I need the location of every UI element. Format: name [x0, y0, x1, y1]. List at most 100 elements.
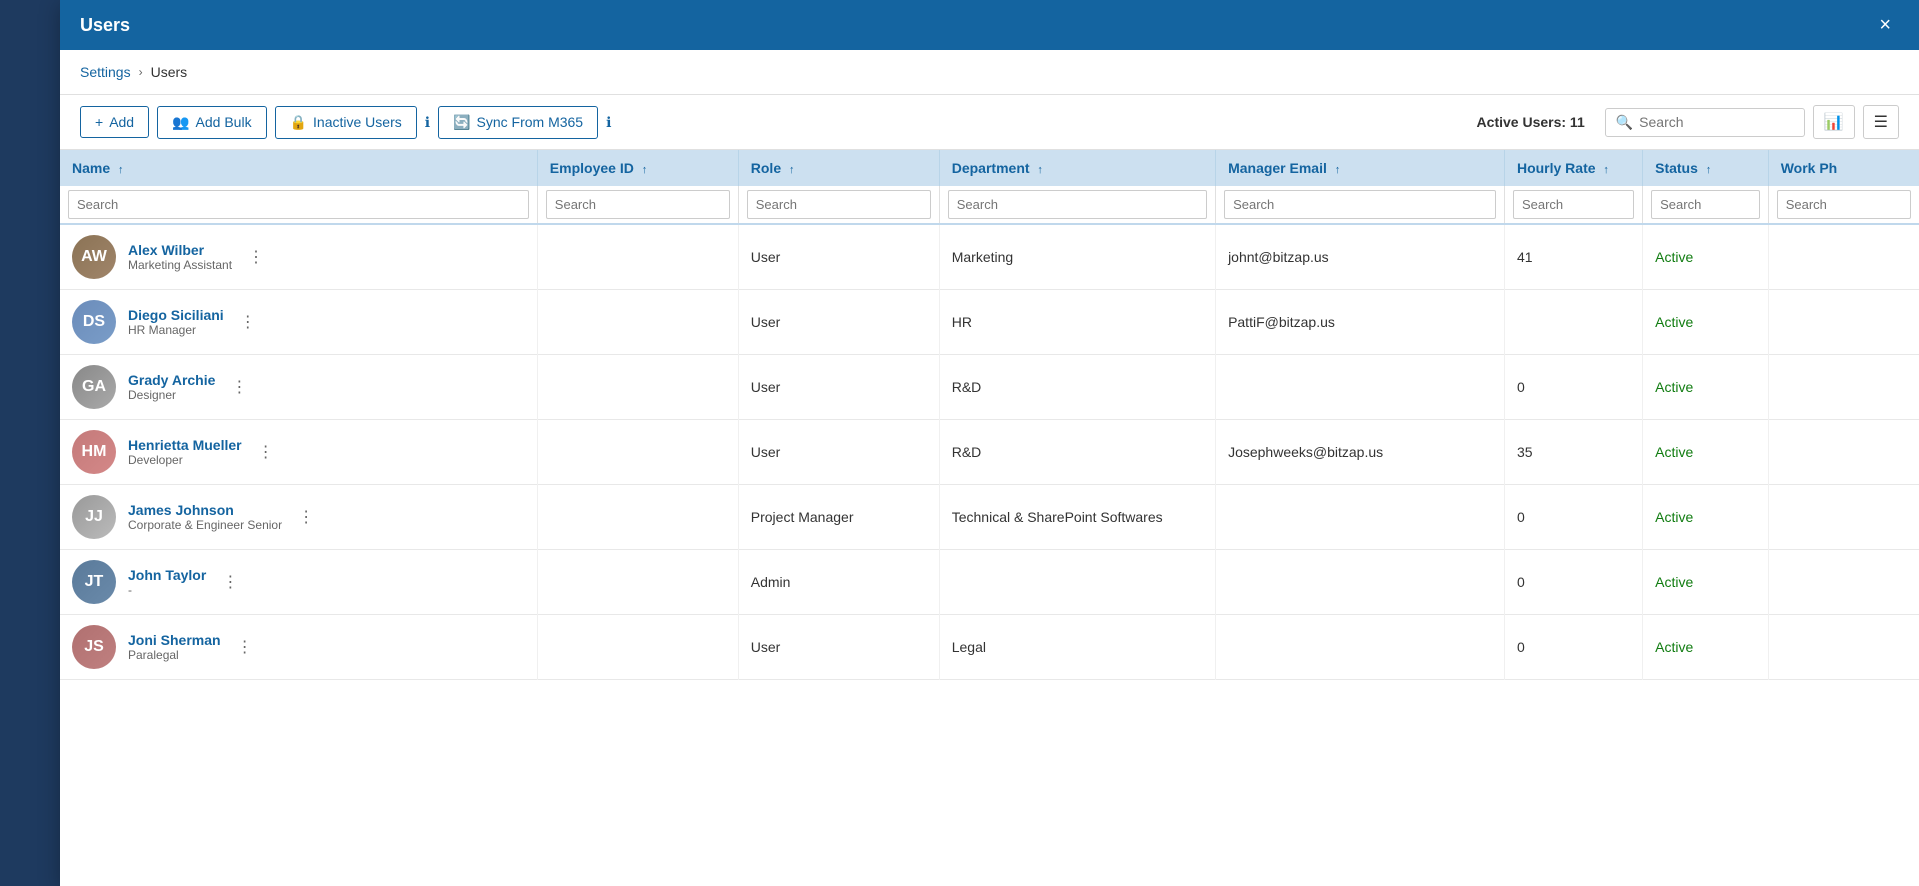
row-menu-button[interactable]: ⋮ [294, 503, 318, 531]
col-header-workphone[interactable]: Work Ph [1768, 150, 1919, 186]
col-header-manager[interactable]: Manager Email ↑ [1216, 150, 1505, 186]
col-header-dept[interactable]: Department ↑ [939, 150, 1215, 186]
user-dept-cell: R&D [939, 420, 1215, 485]
user-role-cell: Project Manager [738, 485, 939, 550]
user-info: John Taylor - [128, 567, 206, 597]
avatar: HM [72, 430, 116, 474]
plus-icon: + [95, 114, 103, 130]
user-job-title: Paralegal [128, 648, 221, 662]
avatar: JJ [72, 495, 116, 539]
search-input-manager[interactable] [1224, 190, 1496, 219]
user-manager-cell: PattiF@bitzap.us [1216, 290, 1505, 355]
row-menu-button[interactable]: ⋮ [254, 438, 278, 466]
user-empid-cell [537, 420, 738, 485]
col-header-role[interactable]: Role ↑ [738, 150, 939, 186]
user-full-name[interactable]: Diego Siciliani [128, 307, 224, 323]
global-search-box: 🔍 [1605, 108, 1805, 137]
active-users-count: Active Users: 11 [1477, 114, 1585, 130]
sort-arrow-hourly: ↑ [1603, 164, 1609, 176]
sort-arrow-role: ↑ [789, 164, 795, 176]
row-menu-button[interactable]: ⋮ [227, 373, 251, 401]
user-job-title: Marketing Assistant [128, 258, 232, 272]
user-empid-cell [537, 550, 738, 615]
inactive-users-button[interactable]: 🔒 Inactive Users [275, 106, 417, 139]
column-header-row: Name ↑ Employee ID ↑ Role ↑ Department ↑ [60, 150, 1919, 186]
user-info: Joni Sherman Paralegal [128, 632, 221, 662]
users-modal: Users × Settings › Users + Add 👥 Add Bul… [60, 0, 1919, 886]
modal-close-button[interactable]: × [1871, 11, 1899, 39]
user-status-cell: Active [1643, 355, 1769, 420]
row-menu-button[interactable]: ⋮ [244, 243, 268, 271]
avatar-initials: JJ [85, 508, 103, 526]
row-menu-button[interactable]: ⋮ [233, 633, 257, 661]
search-input-workphone[interactable] [1777, 190, 1911, 219]
breadcrumb: Settings › Users [60, 50, 1919, 95]
sort-arrow-manager: ↑ [1335, 164, 1341, 176]
user-manager-cell [1216, 355, 1505, 420]
sync-info-icon[interactable]: ℹ [606, 114, 611, 131]
inactive-info-icon[interactable]: ℹ [425, 114, 430, 131]
search-input-name[interactable] [68, 190, 529, 219]
modal-title: Users [80, 15, 130, 36]
breadcrumb-settings[interactable]: Settings [80, 64, 131, 80]
global-search-input[interactable] [1639, 114, 1794, 130]
search-input-hourly[interactable] [1513, 190, 1634, 219]
user-role-cell: User [738, 420, 939, 485]
avatar: AW [72, 235, 116, 279]
user-full-name[interactable]: Alex Wilber [128, 242, 232, 258]
add-bulk-label: Add Bulk [196, 114, 252, 130]
export-button[interactable]: 📊 [1813, 105, 1855, 139]
user-full-name[interactable]: Grady Archie [128, 372, 215, 388]
search-cell-role [738, 186, 939, 224]
user-hourly-cell: 35 [1504, 420, 1642, 485]
user-full-name[interactable]: Joni Sherman [128, 632, 221, 648]
search-icon: 🔍 [1616, 114, 1633, 131]
sync-button[interactable]: 🔄 Sync From M365 [438, 106, 598, 139]
users-table-container[interactable]: Name ↑ Employee ID ↑ Role ↑ Department ↑ [60, 150, 1919, 886]
user-dept-cell: HR [939, 290, 1215, 355]
user-full-name[interactable]: Henrietta Mueller [128, 437, 242, 453]
user-workphone-cell [1768, 224, 1919, 290]
users-icon: 👥 [172, 114, 189, 131]
user-empid-cell [537, 224, 738, 290]
modal-header: Users × [60, 0, 1919, 50]
search-input-role[interactable] [747, 190, 931, 219]
add-bulk-button[interactable]: 👥 Add Bulk [157, 106, 266, 139]
user-empid-cell [537, 290, 738, 355]
user-hourly-cell [1504, 290, 1642, 355]
user-full-name[interactable]: John Taylor [128, 567, 206, 583]
add-button-label: Add [109, 114, 134, 130]
row-menu-button[interactable]: ⋮ [218, 568, 242, 596]
add-button[interactable]: + Add [80, 106, 149, 138]
user-status-cell: Active [1643, 615, 1769, 680]
row-menu-button[interactable]: ⋮ [236, 308, 260, 336]
user-status-cell: Active [1643, 290, 1769, 355]
user-info: Alex Wilber Marketing Assistant [128, 242, 232, 272]
breadcrumb-current: Users [151, 64, 188, 80]
user-info: Diego Siciliani HR Manager [128, 307, 224, 337]
search-input-dept[interactable] [948, 190, 1207, 219]
search-input-status[interactable] [1651, 190, 1760, 219]
user-job-title: Developer [128, 453, 242, 467]
user-role-cell: User [738, 224, 939, 290]
search-cell-manager [1216, 186, 1505, 224]
columns-menu-button[interactable]: ☰ [1863, 105, 1899, 139]
user-empid-cell [537, 615, 738, 680]
avatar-initials: HM [82, 443, 107, 461]
sort-arrow-dept: ↑ [1037, 164, 1043, 176]
user-role-cell: Admin [738, 550, 939, 615]
col-header-name[interactable]: Name ↑ [60, 150, 537, 186]
search-input-empid[interactable] [546, 190, 730, 219]
col-header-status[interactable]: Status ↑ [1643, 150, 1769, 186]
user-full-name[interactable]: James Johnson [128, 502, 282, 518]
user-name-cell: JJ James Johnson Corporate & Engineer Se… [60, 485, 537, 550]
search-cell-status [1643, 186, 1769, 224]
user-info: James Johnson Corporate & Engineer Senio… [128, 502, 282, 532]
user-hourly-cell: 0 [1504, 355, 1642, 420]
user-name-cell: DS Diego Siciliani HR Manager ⋮ [60, 290, 537, 355]
user-dept-cell: R&D [939, 355, 1215, 420]
col-header-hourly[interactable]: Hourly Rate ↑ [1504, 150, 1642, 186]
sidebar-stub [0, 0, 60, 886]
col-header-empid[interactable]: Employee ID ↑ [537, 150, 738, 186]
user-dept-cell: Marketing [939, 224, 1215, 290]
